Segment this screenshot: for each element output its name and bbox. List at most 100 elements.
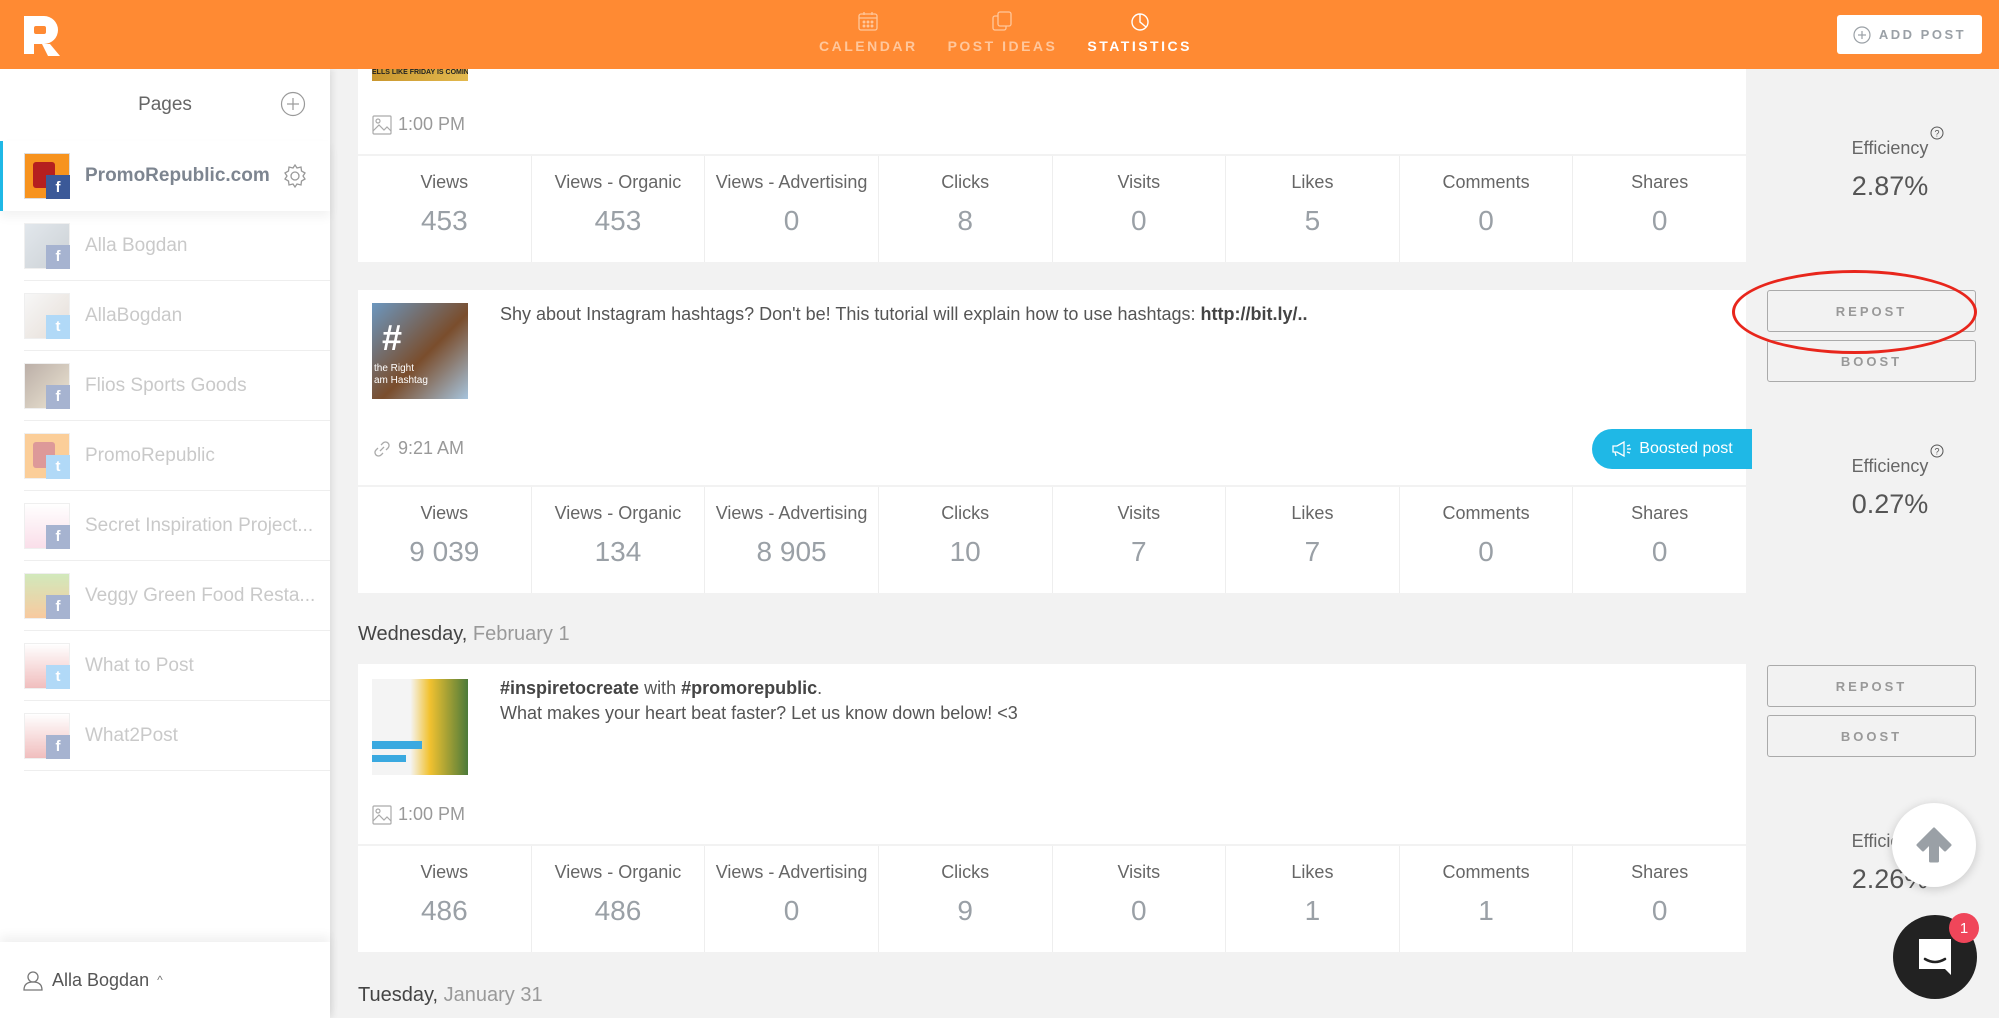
page-avatar: f	[24, 712, 70, 759]
date-heading: Tuesday, January 31	[358, 984, 543, 1007]
gear-icon[interactable]	[282, 163, 308, 189]
tab-post-ideas-label: POST IDEAS	[947, 38, 1058, 54]
stat-value: 486	[594, 895, 642, 926]
stat-label: Views - Advertising	[715, 172, 868, 192]
chevron-up-icon: ^	[157, 973, 163, 987]
stat-label: Clicks	[941, 862, 990, 882]
scroll-to-top-button[interactable]	[1892, 803, 1976, 887]
stat-value: 10	[949, 536, 981, 567]
chat-unread-badge: 1	[1949, 913, 1979, 943]
stat-likes: Likes 1	[1226, 846, 1400, 952]
repost-button[interactable]: REPOST	[1767, 665, 1976, 707]
post-link[interactable]: http://bit.ly/..	[1201, 304, 1308, 324]
stat-views: Views 9 039	[358, 487, 532, 593]
page-item-alla-bogdan[interactable]: f Alla Bogdan	[24, 211, 330, 281]
page-avatar: f	[24, 222, 70, 269]
add-post-button[interactable]: ADD POST	[1837, 15, 1982, 54]
user-name: Alla Bogdan	[52, 969, 150, 990]
stat-views: Views 453	[358, 156, 532, 262]
stat-label: Clicks	[941, 503, 990, 523]
page-item-flios-sports-goods[interactable]: f Flios Sports Goods	[24, 351, 330, 421]
stat-views-organic: Views - Organic 134	[532, 487, 706, 593]
page-item-allabogdan[interactable]: t AllaBogdan	[24, 281, 330, 351]
post-thumbnail: ELLS LIKE FRIDAY IS COMIN	[372, 69, 468, 81]
stat-views-advertising: Views - Advertising 8 905	[705, 487, 879, 593]
tab-statistics-label: STATISTICS	[1087, 38, 1192, 54]
stat-value: 0	[1478, 205, 1494, 236]
page-item-secret-inspiration-project[interactable]: f Secret Inspiration Project...	[24, 491, 330, 561]
calendar-icon	[858, 12, 878, 31]
stat-label: Views	[420, 862, 469, 882]
help-icon[interactable]: ?	[1930, 444, 1944, 458]
boost-button[interactable]: BOOST	[1767, 340, 1976, 382]
page-item-promorepublic[interactable]: t PromoRepublic	[24, 421, 330, 491]
boosted-post-label: Boosted post	[1639, 440, 1733, 457]
stat-label: Clicks	[941, 172, 990, 192]
thumb-caption: the Right am Hashtag	[374, 363, 428, 386]
stat-label: Views - Advertising	[715, 862, 868, 882]
efficiency-label-text: Efficiency	[1851, 138, 1929, 158]
stat-label: Views	[420, 172, 469, 192]
page-item-promorepublic-com[interactable]: f PromoRepublic.com	[0, 141, 330, 211]
efficiency-value: 2.87%	[1851, 171, 1929, 201]
stat-clicks: Clicks 9	[879, 846, 1053, 952]
stat-label: Views	[420, 503, 469, 523]
twitter-icon: t	[46, 664, 70, 689]
page-name: What2Post	[85, 724, 178, 746]
post-time-text: 9:21 AM	[398, 438, 465, 458]
post-stats-row: Views 9 039 Views - Organic 134 Views - Ad…	[358, 485, 1746, 593]
stat-value: 453	[420, 205, 468, 236]
post-thumbnail: # the Right am Hashtag	[372, 303, 468, 399]
stat-comments: Comments 0	[1400, 487, 1574, 593]
megaphone-icon	[1612, 441, 1632, 457]
stat-label: Visits	[1117, 862, 1161, 882]
page-item-veggy-green-food[interactable]: f Veggy Green Food Resta...	[24, 561, 330, 631]
add-post-label: ADD POST	[1878, 27, 1967, 42]
user-menu[interactable]: Alla Bogdan ^	[0, 942, 330, 1018]
pages-sidebar: Pages f PromoRepublic.com f Alla Bogdan …	[0, 69, 330, 1018]
page-name: Alla Bogdan	[85, 234, 188, 256]
efficiency-value: 0.27%	[1851, 489, 1929, 519]
pages-title: Pages	[138, 94, 192, 115]
stat-label: Likes	[1291, 862, 1334, 882]
page-name: PromoRepublic.com	[85, 165, 270, 186]
stat-label: Views - Organic	[554, 862, 682, 882]
stat-label: Visits	[1117, 503, 1161, 523]
plus-circle-icon	[1853, 25, 1871, 44]
stat-value: 0	[1131, 895, 1147, 926]
facebook-icon: f	[46, 594, 70, 619]
date-day: Wednesday,	[358, 623, 468, 645]
boost-button[interactable]: BOOST	[1767, 715, 1976, 757]
stat-value: 453	[594, 205, 642, 236]
repost-button[interactable]: REPOST	[1767, 290, 1976, 332]
stat-value: 0	[1131, 205, 1147, 236]
chat-button[interactable]: 1	[1893, 913, 1979, 999]
stat-clicks: Clicks 10	[879, 487, 1053, 593]
post-message: with	[639, 678, 682, 698]
help-icon[interactable]: ?	[1930, 126, 1944, 140]
post-message-line2: What makes your heart beat faster? Let u…	[500, 703, 1018, 723]
hashtag-link[interactable]: #inspiretocreate	[500, 678, 639, 698]
stat-value: 0	[783, 205, 800, 236]
stat-clicks: Clicks 8	[879, 156, 1053, 262]
hashtag-link[interactable]: #promorepublic	[681, 678, 817, 698]
svg-text:?: ?	[1935, 129, 1940, 139]
page-item-what2post[interactable]: f What2Post	[24, 701, 330, 771]
add-page-icon[interactable]	[280, 91, 306, 117]
boosted-post-badge[interactable]: Boosted post	[1592, 429, 1752, 469]
tab-statistics[interactable]: STATISTICS	[1083, 10, 1196, 54]
image-icon	[372, 114, 392, 135]
page-name: Flios Sports Goods	[85, 374, 247, 396]
stat-visits: Visits 0	[1053, 156, 1227, 262]
thumb-banner	[372, 755, 406, 762]
post-stats-row: Views 486 Views - Organic 486 Views - Adve…	[358, 844, 1746, 952]
date-rest: February 1	[472, 623, 570, 645]
stat-value: 0	[1651, 536, 1668, 567]
page-avatar: f	[24, 362, 70, 409]
tab-calendar[interactable]: CALENDAR	[815, 10, 922, 54]
promorepublic-logo[interactable]	[20, 14, 62, 56]
stat-value: 7	[1304, 536, 1321, 567]
page-item-what-to-post[interactable]: t What to Post	[24, 631, 330, 701]
tab-post-ideas[interactable]: POST IDEAS	[944, 10, 1062, 54]
post-stats-row: Views 453 Views - Organic 453 Views - Adve…	[358, 154, 1746, 262]
